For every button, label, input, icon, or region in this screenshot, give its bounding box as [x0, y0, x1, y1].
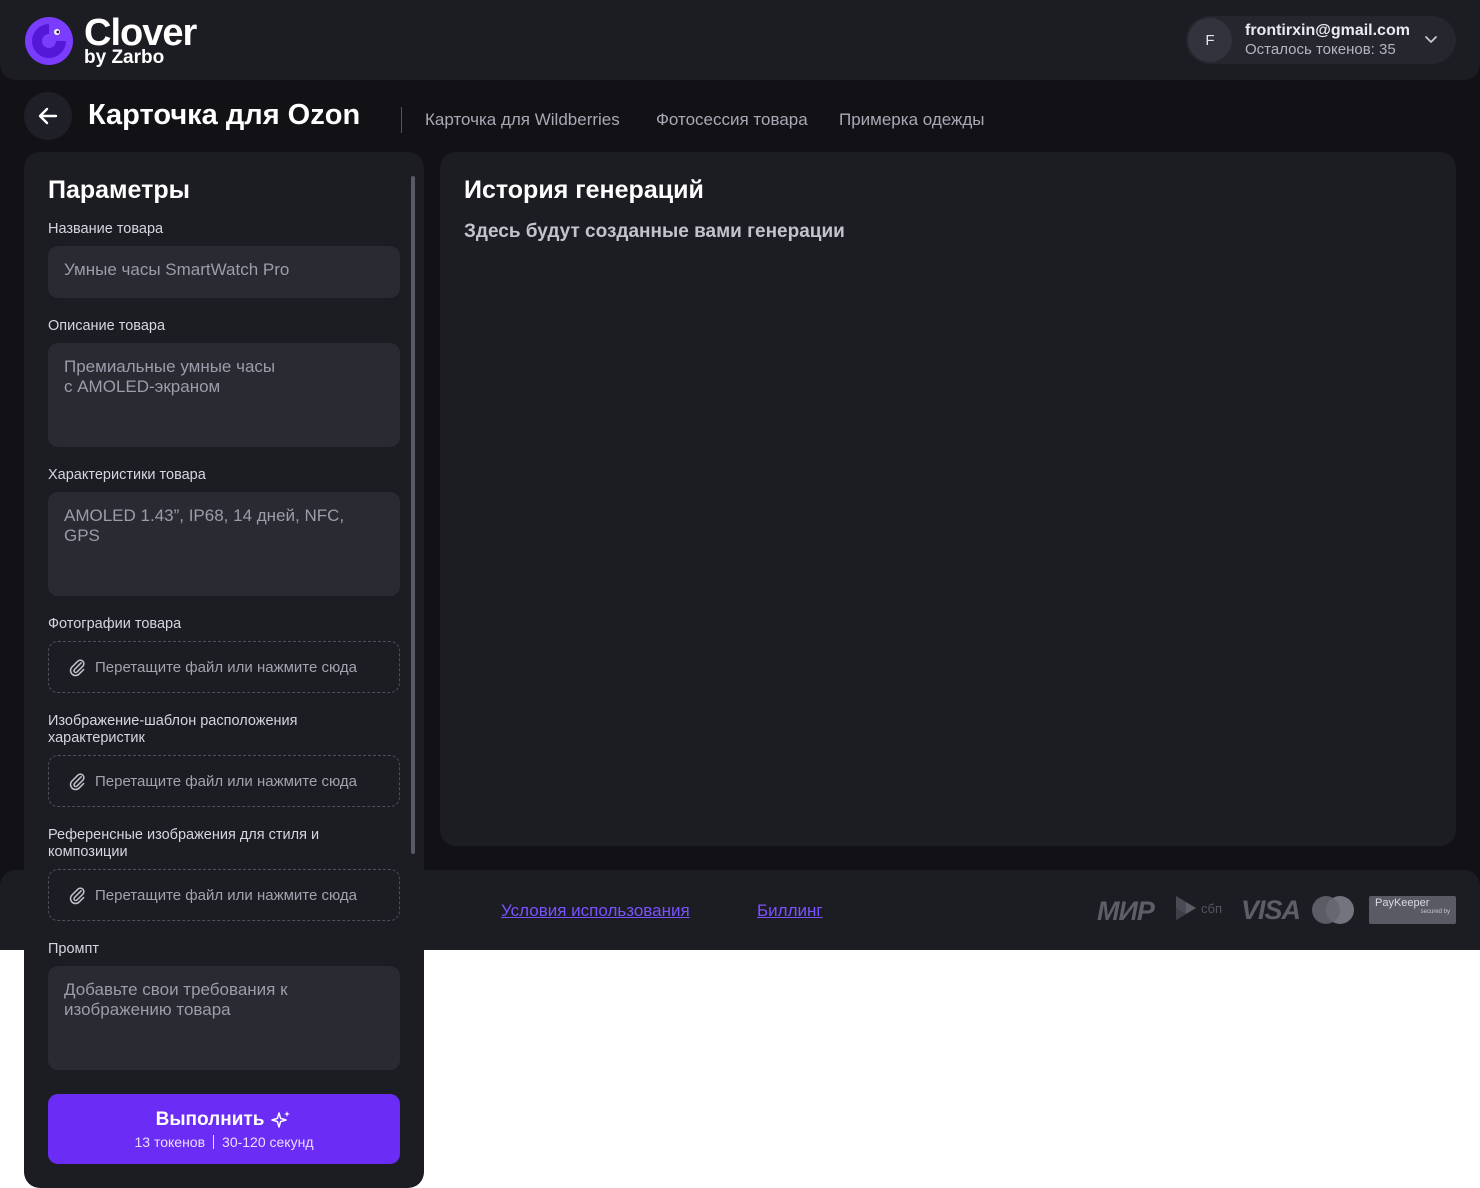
tokens-remaining: Осталось токенов: 35 — [1245, 40, 1396, 58]
history-empty-text: Здесь будут созданные вами генерации — [464, 221, 845, 242]
dropzone-text: Перетащите файл или нажмите сюда — [95, 658, 358, 676]
nav-link-photoshoot[interactable]: Фотосессия товара — [656, 110, 808, 130]
dropzone-text: Перетащите файл или нажмите сюда — [95, 886, 358, 904]
paperclip-icon — [69, 887, 85, 905]
user-menu[interactable]: F frontirxin@gmail.com Осталось токенов:… — [1186, 16, 1456, 64]
nav-link-fitting[interactable]: Примерка одежды — [839, 110, 985, 130]
history-title: История генераций — [464, 176, 704, 204]
product-name-label: Название товара — [48, 221, 164, 237]
run-button[interactable]: Выполнить 13 токенов 30-120 секунд — [48, 1094, 400, 1164]
run-button-meta: 13 токенов 30-120 секунд — [135, 1134, 314, 1150]
billing-link[interactable]: Биллинг — [757, 901, 823, 921]
template-image-label: Изображение-шаблон расположения характер… — [48, 713, 298, 746]
run-cost: 13 токенов — [134, 1133, 206, 1150]
back-button[interactable] — [24, 92, 72, 140]
template-image-dropzone[interactable]: Перетащите файл или нажмите сюда — [48, 755, 400, 807]
run-duration: 30-120 секунд — [222, 1133, 314, 1150]
mir-logo: МИР — [1097, 896, 1155, 926]
scrollbar[interactable] — [411, 176, 415, 854]
chevron-down-icon[interactable] — [1422, 30, 1440, 48]
product-photos-label: Фотографии товара — [48, 616, 182, 632]
logo[interactable]: Clover by Zarbo — [24, 14, 197, 67]
product-specs-input[interactable]: AMOLED 1.43”, IP68, 14 дней, NFC, GPS — [48, 492, 400, 596]
paperclip-icon — [69, 659, 85, 677]
visa-logo: VISA — [1241, 895, 1301, 925]
sbp-icon — [1176, 896, 1196, 920]
product-description-label: Описание товара — [48, 318, 166, 334]
history-panel: История генераций Здесь будут созданные … — [440, 152, 1456, 846]
reference-images-label: Референсные изображения для стиля и комп… — [48, 827, 320, 860]
run-meta-divider — [213, 1134, 215, 1149]
params-panel: Параметры Название товара Умные часы Sma… — [24, 152, 424, 1188]
dropzone-text: Перетащите файл или нажмите сюда — [95, 772, 358, 790]
prompt-input[interactable]: Добавьте свои требования к изображению т… — [48, 966, 400, 1070]
avatar: F — [1188, 18, 1232, 62]
top-bar: Clover by Zarbo F frontirxin@gmail.com О… — [0, 0, 1480, 80]
params-title: Параметры — [48, 176, 190, 204]
user-email: frontirxin@gmail.com — [1245, 22, 1410, 40]
paykeeper-sub: secured by — [1420, 909, 1450, 915]
nav-link-wildberries[interactable]: Карточка для Wildberries — [425, 110, 620, 130]
page-title: Карточка для Ozon — [88, 99, 361, 131]
paperclip-icon — [69, 773, 85, 791]
mastercard-icon — [1312, 896, 1354, 924]
sparkle-icon — [271, 1110, 291, 1128]
reference-images-dropzone[interactable]: Перетащите файл или нажмите сюда — [48, 869, 400, 921]
sbp-text: сбп — [1201, 900, 1222, 916]
prompt-label: Промпт — [48, 941, 100, 957]
paykeeper-name: PayKeeper — [1375, 897, 1430, 909]
run-button-label: Выполнить — [155, 1108, 265, 1130]
logo-text: Clover by Zarbo — [84, 14, 197, 67]
back-arrow-icon — [38, 107, 58, 125]
sbp-logo: сбп — [1174, 894, 1222, 922]
terms-link[interactable]: Условия использования — [501, 901, 690, 921]
title-divider — [401, 107, 402, 133]
clover-logo-icon — [25, 16, 73, 65]
product-description-input[interactable]: Премиальные умные часы с AMOLED-экраном — [48, 343, 400, 447]
run-button-top: Выполнить — [156, 1109, 293, 1131]
product-specs-label: Характеристики товара — [48, 467, 206, 483]
product-photos-dropzone[interactable]: Перетащите файл или нажмите сюда — [48, 641, 400, 693]
product-name-input[interactable]: Умные часы SmartWatch Pro — [48, 246, 400, 298]
user-info: frontirxin@gmail.com Осталось токенов: 3… — [1245, 22, 1410, 58]
paykeeper-logo: PayKeeper secured by — [1369, 896, 1456, 924]
